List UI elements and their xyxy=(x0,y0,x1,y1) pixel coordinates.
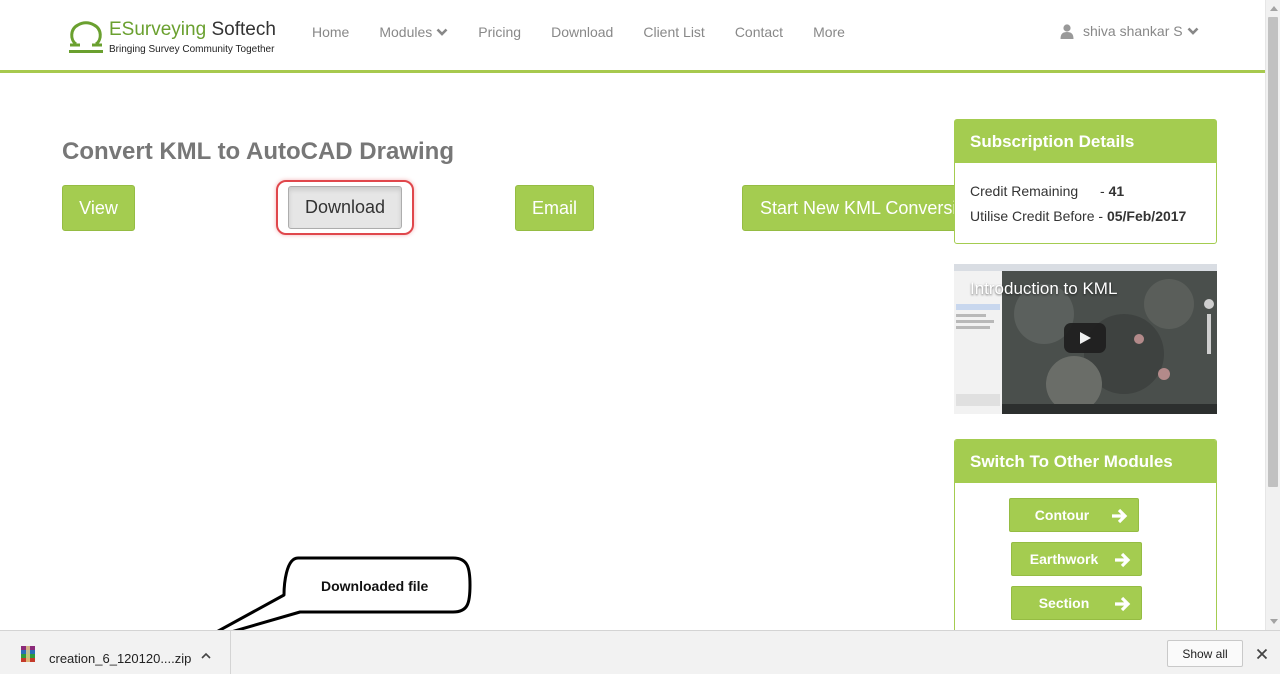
download-shelf: creation_6_120120....zip Show all xyxy=(0,630,1280,674)
brand-tagline: Bringing Survey Community Together xyxy=(109,44,275,55)
modules-title: Switch To Other Modules xyxy=(955,440,1216,483)
scroll-down-arrow-icon[interactable] xyxy=(1270,619,1278,624)
subscription-panel: Subscription Details Credit Remaining - … xyxy=(954,119,1217,244)
play-icon[interactable] xyxy=(1064,323,1106,353)
winrar-archive-icon xyxy=(21,646,35,662)
nav-download[interactable]: Download xyxy=(551,24,613,40)
credit-expiry-value: 05/Feb/2017 xyxy=(1106,207,1187,224)
user-menu[interactable]: shiva shankar S xyxy=(1060,23,1199,39)
credit-expiry-row: Utilise Credit Before - 05/Feb/2017 xyxy=(970,207,1187,224)
credit-expiry-label: Utilise Credit Before xyxy=(970,207,1095,224)
nav-client-list[interactable]: Client List xyxy=(643,24,704,40)
arrow-right-icon xyxy=(1112,508,1128,524)
module-contour-button[interactable]: Contour xyxy=(1009,498,1139,532)
scroll-thumb[interactable] xyxy=(1268,17,1278,487)
user-icon xyxy=(1060,23,1074,39)
user-name: shiva shankar S xyxy=(1083,23,1183,39)
show-all-downloads-button[interactable]: Show all xyxy=(1167,640,1243,667)
arrow-right-icon xyxy=(1115,596,1131,612)
close-icon[interactable] xyxy=(1256,648,1268,660)
main-nav: Home Modules Pricing Download Client Lis… xyxy=(312,24,875,40)
nav-home[interactable]: Home xyxy=(312,24,349,40)
nav-modules[interactable]: Modules xyxy=(379,24,448,40)
credit-remaining-value: 41 xyxy=(1108,182,1125,199)
omega-logo-icon xyxy=(69,21,103,53)
site-header: ESurveying Softech Bringing Survey Commu… xyxy=(0,0,1265,73)
video-title: Introduction to KML xyxy=(970,279,1118,298)
nav-pricing[interactable]: Pricing xyxy=(478,24,521,40)
download-button[interactable]: Download xyxy=(288,186,402,229)
subscription-title: Subscription Details xyxy=(955,120,1216,163)
nav-more[interactable]: More xyxy=(813,24,845,40)
chevron-down-icon xyxy=(1187,27,1199,35)
intro-video-thumbnail[interactable]: Introduction to KML xyxy=(954,264,1217,414)
nav-contact[interactable]: Contact xyxy=(735,24,783,40)
credit-remaining-label: Credit Remaining xyxy=(970,182,1079,199)
page-scrollbar[interactable] xyxy=(1265,0,1280,630)
brand-name: ESurveying Softech xyxy=(109,19,276,40)
email-button[interactable]: Email xyxy=(515,185,594,231)
downloaded-file-name: creation_6_120120....zip xyxy=(49,651,192,666)
module-earthwork-button[interactable]: Earthwork xyxy=(1011,542,1142,576)
credit-remaining-row: Credit Remaining - 41 xyxy=(970,182,1125,199)
main-content: Convert KML to AutoCAD Drawing View Down… xyxy=(0,76,955,630)
module-section-button[interactable]: Section xyxy=(1011,586,1142,620)
callout-text: Downloaded file xyxy=(321,578,429,594)
downloaded-file-item[interactable]: creation_6_120120....zip xyxy=(0,631,231,674)
view-button[interactable]: View xyxy=(62,185,135,231)
site-logo[interactable]: ESurveying Softech Bringing Survey Commu… xyxy=(68,18,283,58)
modules-panel: Switch To Other Modules Contour Earthwor… xyxy=(954,439,1217,630)
scroll-up-arrow-icon[interactable] xyxy=(1270,6,1278,11)
start-new-conversion-button[interactable]: Start New KML Conversion xyxy=(742,185,955,231)
chevron-up-icon[interactable] xyxy=(200,651,212,661)
page-title: Convert KML to AutoCAD Drawing xyxy=(62,138,454,165)
arrow-right-icon xyxy=(1115,552,1131,568)
chevron-down-icon xyxy=(436,28,448,36)
